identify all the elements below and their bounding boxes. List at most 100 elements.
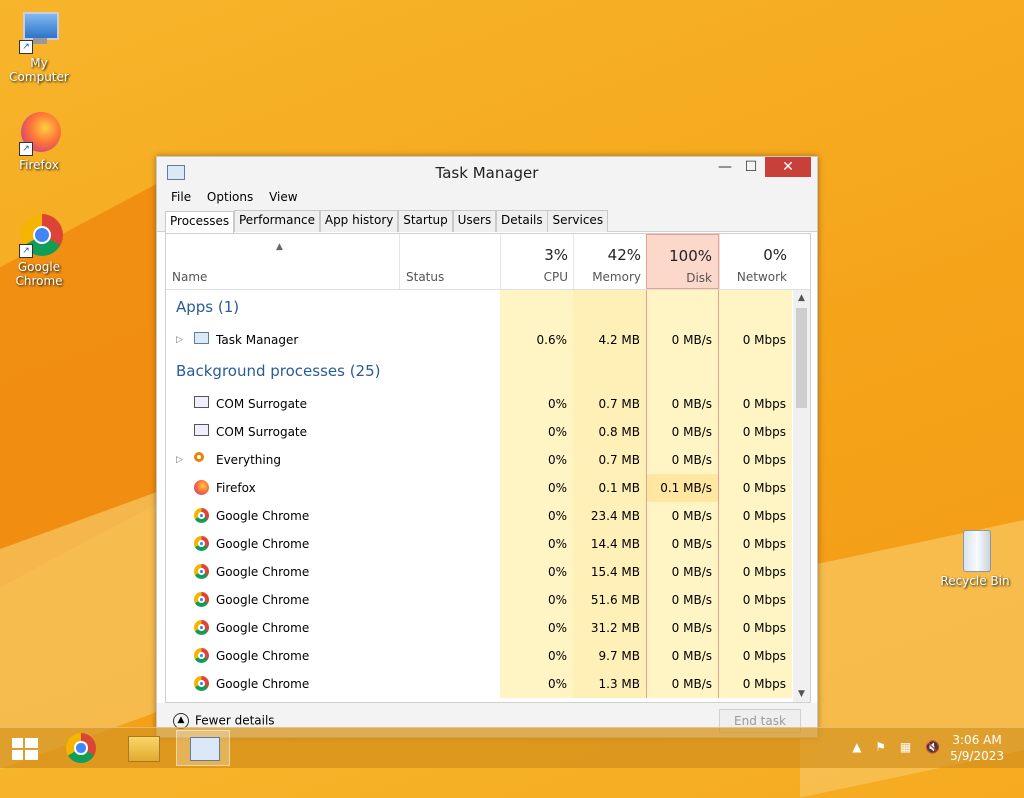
scroll-thumb[interactable] [796, 308, 807, 408]
maximize-button[interactable]: ☐ [737, 157, 765, 177]
tab-details[interactable]: Details [496, 210, 548, 232]
column-header-row: ▲ Name Status 3% CPU 42% Memory 100% Dis… [166, 234, 810, 290]
memory-cell: 23.4 MB [573, 502, 646, 530]
process-row[interactable]: 0% 1.3 MB 0 MB/s 0 Mbps Google Chrome [166, 670, 792, 698]
cpu-cell: 0% [500, 390, 573, 418]
clock-date: 5/9/2023 [950, 749, 1004, 763]
taskbar-task-manager[interactable] [176, 730, 230, 766]
memory-cell: 0.1 MB [573, 474, 646, 502]
disk-label: Disk [686, 271, 712, 285]
chrome-icon: ↗ [17, 214, 63, 258]
disk-cell: 0 MB/s [646, 670, 719, 698]
memory-total: 42% [607, 246, 641, 264]
disk-cell: 0 MB/s [646, 446, 719, 474]
menu-options[interactable]: Options [201, 187, 259, 207]
vertical-scrollbar[interactable]: ▲ ▼ [793, 290, 810, 702]
tab-performance[interactable]: Performance [233, 210, 321, 232]
memory-label: Memory [592, 270, 641, 284]
disk-cell: 0 MB/s [646, 418, 719, 446]
tab-users[interactable]: Users [452, 210, 497, 232]
column-header-memory[interactable]: 42% Memory [573, 234, 647, 289]
window-icon [194, 424, 209, 439]
cpu-total: 3% [544, 246, 568, 264]
tab-app-history[interactable]: App history [319, 210, 399, 232]
process-name: Google Chrome [216, 537, 310, 551]
cpu-cell: 0% [500, 558, 573, 586]
desktop-icon-google-chrome[interactable]: ↗ Google Chrome [0, 214, 78, 288]
chrome-icon [194, 592, 209, 607]
process-list: Apps (1) 0.6% 4.2 MB 0 MB/s 0 Mbps ▷ Task Mana… [166, 290, 792, 702]
process-row[interactable]: 0% 14.4 MB 0 MB/s 0 Mbps Google Chrome [166, 530, 792, 558]
menu-file[interactable]: File [165, 187, 197, 207]
cpu-cell: 0% [500, 502, 573, 530]
tray-expand-icon[interactable]: ▲ [852, 740, 861, 754]
expand-chevron-icon[interactable]: ▷ [176, 446, 183, 474]
desktop-icon-recycle-bin[interactable]: Recycle Bin [936, 528, 1014, 588]
network-cell: 0 Mbps [719, 390, 792, 418]
process-row[interactable]: 0% 31.2 MB 0 MB/s 0 Mbps Google Chrome [166, 614, 792, 642]
column-header-name[interactable]: Name [172, 270, 207, 284]
task-manager-icon [194, 332, 209, 347]
group-apps[interactable]: Apps (1) [166, 290, 792, 326]
close-button[interactable]: ✕ [765, 157, 811, 177]
group-label: Apps (1) [176, 298, 240, 316]
disk-total: 100% [669, 247, 712, 265]
process-row[interactable]: 0% 15.4 MB 0 MB/s 0 Mbps Google Chrome [166, 558, 792, 586]
taskbar-chrome[interactable] [56, 730, 110, 766]
title-bar[interactable]: Task Manager — ☐ ✕ [157, 157, 817, 187]
process-row[interactable]: 0% 51.6 MB 0 MB/s 0 Mbps Google Chrome [166, 586, 792, 614]
network-cell: 0 Mbps [719, 558, 792, 586]
cpu-cell: 0% [500, 642, 573, 670]
minimize-button[interactable]: — [711, 157, 739, 177]
memory-cell: 4.2 MB [573, 326, 646, 354]
process-row[interactable]: 0% 0.8 MB 0 MB/s 0 Mbps COM Surrogate [166, 418, 792, 446]
tab-services[interactable]: Services [547, 210, 609, 232]
network-icon[interactable]: ▦ [900, 740, 911, 754]
firefox-icon: ↗ [17, 112, 61, 156]
process-row[interactable]: 0% 0.7 MB 0 MB/s 0 Mbps COM Surrogate [166, 390, 792, 418]
network-label: Network [736, 270, 787, 284]
process-name: Google Chrome [216, 509, 310, 523]
group-background-processes[interactable]: Background processes (25) [166, 354, 792, 390]
menu-view[interactable]: View [263, 187, 303, 207]
chrome-icon [194, 676, 209, 691]
network-cell: 0 Mbps [719, 474, 792, 502]
cpu-cell: 0% [500, 446, 573, 474]
clock[interactable]: 3:06 AM 5/9/2023 [950, 732, 1004, 764]
system-tray: ▲ ⚑ ▦ 🔇 [842, 740, 940, 754]
scroll-down-icon[interactable]: ▼ [793, 686, 810, 702]
desktop-icon-my-computer[interactable]: ↗ My Computer [0, 10, 78, 84]
column-header-disk[interactable]: 100% Disk [646, 234, 719, 289]
taskbar-file-explorer[interactable] [116, 730, 170, 766]
task-manager-window: Task Manager — ☐ ✕ File Options View Pro… [156, 156, 818, 738]
taskbar: ▲ ⚑ ▦ 🔇 3:06 AM 5/9/2023 [0, 727, 1024, 768]
column-header-network[interactable]: 0% Network [719, 234, 793, 289]
process-row[interactable]: 0% 0.1 MB 0.1 MB/s 0 Mbps Firefox [166, 474, 792, 502]
memory-cell: 14.4 MB [573, 530, 646, 558]
column-header-cpu[interactable]: 3% CPU [500, 234, 574, 289]
fewer-details-label: Fewer details [195, 713, 275, 728]
process-name: Task Manager [216, 333, 299, 347]
desktop-icon-label: My Computer [9, 56, 69, 84]
memory-cell: 0.7 MB [573, 390, 646, 418]
process-row[interactable]: 0.6% 4.2 MB 0 MB/s 0 Mbps ▷ Task Manager [166, 326, 792, 354]
network-cell: 0 Mbps [719, 502, 792, 530]
start-button[interactable] [0, 730, 54, 766]
disk-cell: 0.1 MB/s [646, 474, 719, 502]
speaker-muted-icon[interactable]: 🔇 [925, 740, 940, 754]
recycle-bin-icon [953, 528, 997, 572]
process-row[interactable]: 0% 0.7 MB 0 MB/s 0 Mbps ▷ Everything [166, 446, 792, 474]
disk-cell: 0 MB/s [646, 614, 719, 642]
scroll-up-icon[interactable]: ▲ [793, 290, 810, 306]
column-header-status-cell[interactable]: Status [399, 234, 500, 289]
cpu-cell: 0% [500, 418, 573, 446]
desktop-icon-firefox[interactable]: ↗ Firefox [0, 112, 78, 172]
flag-icon[interactable]: ⚑ [875, 740, 886, 754]
chrome-icon [66, 733, 96, 763]
tab-strip: Processes Performance App history Startu… [157, 207, 817, 236]
start-icon [12, 738, 38, 760]
tab-startup[interactable]: Startup [398, 210, 453, 232]
expand-chevron-icon[interactable]: ▷ [176, 326, 183, 354]
process-row[interactable]: 0% 9.7 MB 0 MB/s 0 Mbps Google Chrome [166, 642, 792, 670]
process-row[interactable]: 0% 23.4 MB 0 MB/s 0 Mbps Google Chrome [166, 502, 792, 530]
